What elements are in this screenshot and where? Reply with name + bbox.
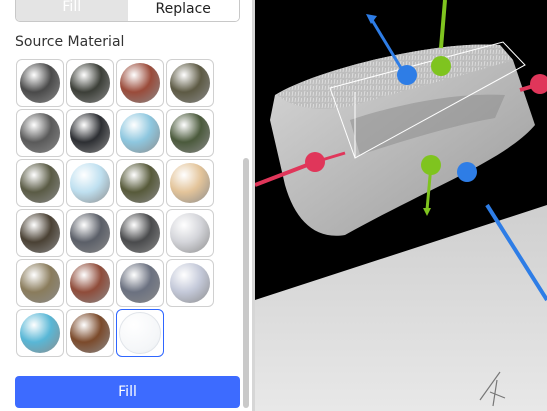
pavement-material-icon bbox=[70, 213, 110, 253]
material-tile[interactable] bbox=[66, 59, 114, 107]
material-tile[interactable] bbox=[16, 259, 64, 307]
ice-material-icon bbox=[70, 163, 110, 203]
material-tile[interactable] bbox=[116, 59, 164, 107]
green-axis-handle[interactable] bbox=[439, 0, 447, 49]
material-tile[interactable] bbox=[66, 109, 114, 157]
green-axis-arrow[interactable] bbox=[423, 208, 431, 216]
snow-material-icon bbox=[170, 263, 210, 303]
material-tile[interactable] bbox=[16, 209, 64, 257]
woodplanks-material-icon bbox=[70, 313, 110, 353]
sand-material-icon bbox=[20, 263, 60, 303]
material-tile[interactable] bbox=[66, 309, 114, 357]
material-tile[interactable] bbox=[16, 109, 64, 157]
limestone-material-icon bbox=[170, 163, 210, 203]
material-tile[interactable] bbox=[116, 209, 164, 257]
blue-axis-knob-lower[interactable] bbox=[457, 162, 477, 182]
material-panel: Fill Replace Source Material Fill bbox=[0, 0, 252, 411]
material-tile[interactable] bbox=[166, 59, 214, 107]
blue-axis-arrow[interactable] bbox=[366, 14, 377, 24]
material-tile[interactable] bbox=[66, 209, 114, 257]
ground-material-icon bbox=[20, 163, 60, 203]
mode-tabs: Fill Replace bbox=[15, 0, 240, 22]
material-tile[interactable] bbox=[66, 159, 114, 207]
material-tile[interactable] bbox=[166, 159, 214, 207]
ground-plane bbox=[255, 205, 547, 411]
material-tile[interactable] bbox=[66, 259, 114, 307]
mud-material-icon bbox=[20, 213, 60, 253]
green-axis-knob-lower[interactable] bbox=[421, 155, 441, 175]
source-material-label: Source Material bbox=[15, 34, 125, 50]
cobblestone-material-icon bbox=[170, 63, 210, 103]
tab-fill[interactable]: Fill bbox=[16, 0, 128, 21]
material-tile[interactable] bbox=[116, 259, 164, 307]
leafygrass-material-icon bbox=[120, 163, 160, 203]
water-material-icon bbox=[20, 313, 60, 353]
rock-material-icon bbox=[120, 213, 160, 253]
fill-button[interactable]: Fill bbox=[15, 376, 240, 408]
3d-viewport[interactable] bbox=[255, 0, 547, 411]
material-tile[interactable] bbox=[166, 259, 214, 307]
material-tile[interactable] bbox=[16, 309, 64, 357]
grass-material-icon bbox=[170, 113, 210, 153]
tab-replace[interactable]: Replace bbox=[127, 0, 239, 21]
material-tile[interactable] bbox=[166, 109, 214, 157]
material-tile[interactable] bbox=[166, 209, 214, 257]
salt-material-icon bbox=[170, 213, 210, 253]
scrollbar-thumb[interactable] bbox=[243, 158, 249, 408]
material-tile[interactable] bbox=[16, 59, 64, 107]
scene-render bbox=[255, 0, 547, 411]
glacier-material-icon bbox=[120, 113, 160, 153]
material-tile[interactable] bbox=[16, 159, 64, 207]
blue-axis-knob[interactable] bbox=[397, 65, 417, 85]
basalt-material-icon bbox=[70, 63, 110, 103]
crackedlava-material-icon bbox=[70, 113, 110, 153]
green-axis-knob[interactable] bbox=[431, 56, 451, 76]
material-tile[interactable] bbox=[116, 159, 164, 207]
slate-material-icon bbox=[120, 263, 160, 303]
air-material-icon bbox=[119, 312, 161, 354]
material-tile[interactable] bbox=[116, 309, 164, 357]
sandstone-material-icon bbox=[70, 263, 110, 303]
red-axis-knob[interactable] bbox=[305, 152, 325, 172]
red-axis-knob-positive[interactable] bbox=[530, 74, 547, 94]
concrete-material-icon bbox=[20, 113, 60, 153]
asphalt-material-icon bbox=[20, 63, 60, 103]
brick-material-icon bbox=[120, 63, 160, 103]
material-tile[interactable] bbox=[116, 109, 164, 157]
material-grid bbox=[16, 59, 216, 357]
